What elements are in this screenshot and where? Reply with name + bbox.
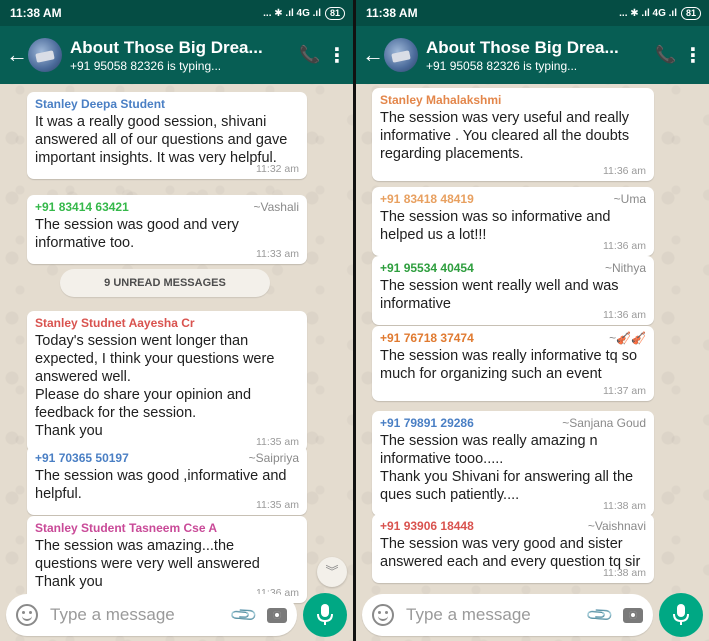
mic-icon — [673, 604, 689, 625]
attach-icon[interactable]: 📎 — [228, 600, 259, 631]
group-avatar[interactable] — [28, 38, 62, 72]
message-sender: +91 70365 50197 — [35, 451, 129, 465]
message-time: 11:36 am — [603, 165, 646, 177]
mic-button[interactable] — [659, 593, 703, 637]
message-text: The session was good ,informative and he… — [35, 468, 287, 502]
message-bubble[interactable]: +91 93906 18448 ~Vaishnavi The session w… — [372, 514, 654, 583]
battery-icon: 81 — [324, 6, 345, 20]
message-bubble[interactable]: +91 70365 50197 ~Saipriya The session wa… — [27, 446, 307, 515]
attach-icon[interactable]: 📎 — [584, 600, 615, 631]
status-bar: 11:38 AM ... ✱ .ıl 4G .ıl 81 — [0, 0, 353, 26]
message-text: The session went really well and was inf… — [380, 278, 619, 312]
message-text: Today's session went longer than expecte… — [35, 333, 275, 439]
message-bubble[interactable]: Stanley Studnet Aayesha Cr Today's sessi… — [27, 311, 307, 452]
message-alias: ~Uma — [613, 192, 646, 206]
emoji-icon[interactable] — [372, 604, 394, 626]
message-sender: Stanley Student Tasneem Cse A — [35, 521, 218, 535]
status-time: 11:38 AM — [10, 6, 62, 20]
message-alias: ~Saipriya — [248, 451, 299, 465]
message-text: The session was really informative tq so… — [380, 348, 638, 382]
camera-icon[interactable] — [267, 607, 287, 623]
scroll-down-chevron-icon[interactable]: ︾ — [317, 557, 347, 587]
status-bar: 11:38 AM ... ✱ .ıl 4G .ıl 81 — [356, 0, 709, 26]
message-text: It was a really good session, shivani an… — [35, 114, 288, 166]
back-arrow-icon[interactable]: ← — [6, 42, 28, 68]
message-bubble[interactable]: Stanley Mahalakshmi The session was very… — [372, 88, 654, 181]
chat-header: ← About Those Big Drea... +91 95058 8232… — [0, 26, 353, 84]
message-text: The session was so informative and helpe… — [380, 209, 611, 243]
message-sender: Stanley Deepa Student — [35, 97, 166, 111]
chat-title: About Those Big Drea... — [70, 37, 263, 57]
message-composer: Type a message 📎 — [356, 593, 709, 637]
message-bubble[interactable]: +91 79891 29286 ~Sanjana Goud The sessio… — [372, 411, 654, 516]
battery-icon: 81 — [680, 6, 701, 20]
more-options-icon[interactable]: ⋮ — [327, 43, 347, 68]
chat-subtitle: +91 95058 82326 is typing... — [426, 58, 578, 73]
message-bubble[interactable]: +91 95534 40454 ~Nithya The session went… — [372, 256, 654, 325]
message-sender: +91 93906 18448 — [380, 519, 474, 533]
chat-screen-left: 11:38 AM ... ✱ .ıl 4G .ıl 81 ← About Tho… — [0, 0, 353, 641]
message-alias: ~Sanjana Goud — [562, 416, 646, 430]
status-time: 11:38 AM — [366, 6, 418, 20]
message-alias: ~🎻🎻 — [609, 331, 646, 345]
message-composer: Type a message 📎 — [0, 593, 353, 637]
message-sender: Stanley Mahalakshmi — [380, 93, 502, 107]
signal-icons: ... ✱ .ıl 4G .ıl — [263, 7, 321, 19]
message-sender: Stanley Studnet Aayesha Cr — [35, 316, 195, 330]
message-bubble[interactable]: +91 83414 63421 ~Vashali The session was… — [27, 195, 307, 264]
message-placeholder: Type a message — [50, 605, 175, 624]
message-text: The session was amazing...the questions … — [35, 538, 260, 590]
message-alias: ~Nithya — [604, 261, 646, 275]
message-input[interactable]: Type a message 📎 — [6, 594, 297, 636]
more-options-icon[interactable]: ⋮ — [683, 43, 703, 68]
message-text: The session was very useful and really i… — [380, 110, 630, 162]
emoji-icon[interactable] — [16, 604, 38, 626]
message-bubble[interactable]: +91 76718 37474 ~🎻🎻 The session was real… — [372, 326, 654, 401]
group-avatar[interactable] — [384, 38, 418, 72]
status-icons: ... ✱ .ıl 4G .ıl 81 — [619, 6, 701, 20]
signal-icons: ... ✱ .ıl 4G .ıl — [619, 7, 677, 19]
message-sender: +91 83414 63421 — [35, 200, 129, 214]
mic-button[interactable] — [303, 593, 347, 637]
message-text: The session was very good and sister ans… — [380, 536, 641, 570]
message-alias: ~Vaishnavi — [587, 519, 646, 533]
message-bubble[interactable]: Stanley Deepa Student It was a really go… — [27, 92, 307, 179]
chat-title-block[interactable]: About Those Big Drea... +91 95058 82326 … — [426, 38, 649, 73]
message-bubble[interactable]: +91 83418 48419 ~Uma The session was so … — [372, 187, 654, 256]
message-input[interactable]: Type a message 📎 — [362, 594, 653, 636]
unread-messages-divider: 9 UNREAD MESSAGES — [60, 269, 270, 297]
message-text: The session was good and very informativ… — [35, 217, 239, 251]
message-placeholder: Type a message — [406, 605, 531, 624]
chat-header: ← About Those Big Drea... +91 95058 8232… — [356, 26, 709, 84]
camera-icon[interactable] — [623, 607, 643, 623]
message-text: The session was really amazing n informa… — [380, 433, 634, 503]
status-icons: ... ✱ .ıl 4G .ıl 81 — [263, 6, 345, 20]
add-call-icon[interactable]: 📞 — [649, 45, 683, 65]
message-sender: +91 95534 40454 — [380, 261, 474, 275]
message-alias: ~Vashali — [253, 200, 299, 214]
message-sender: +91 79891 29286 — [380, 416, 474, 430]
add-call-icon[interactable]: 📞 — [293, 45, 327, 65]
back-arrow-icon[interactable]: ← — [362, 42, 384, 68]
chat-screen-right: 11:38 AM ... ✱ .ıl 4G .ıl 81 ← About Tho… — [356, 0, 709, 641]
message-sender: +91 83418 48419 — [380, 192, 474, 206]
chat-subtitle: +91 95058 82326 is typing... — [70, 58, 222, 73]
message-bubble[interactable]: Stanley Student Tasneem Cse A The sessio… — [27, 516, 307, 603]
chat-title-block[interactable]: About Those Big Drea... +91 95058 82326 … — [70, 38, 293, 73]
mic-icon — [317, 604, 333, 625]
chat-title: About Those Big Drea... — [426, 37, 619, 57]
message-time: 11:37 am — [603, 385, 646, 397]
message-sender: +91 76718 37474 — [380, 331, 474, 345]
